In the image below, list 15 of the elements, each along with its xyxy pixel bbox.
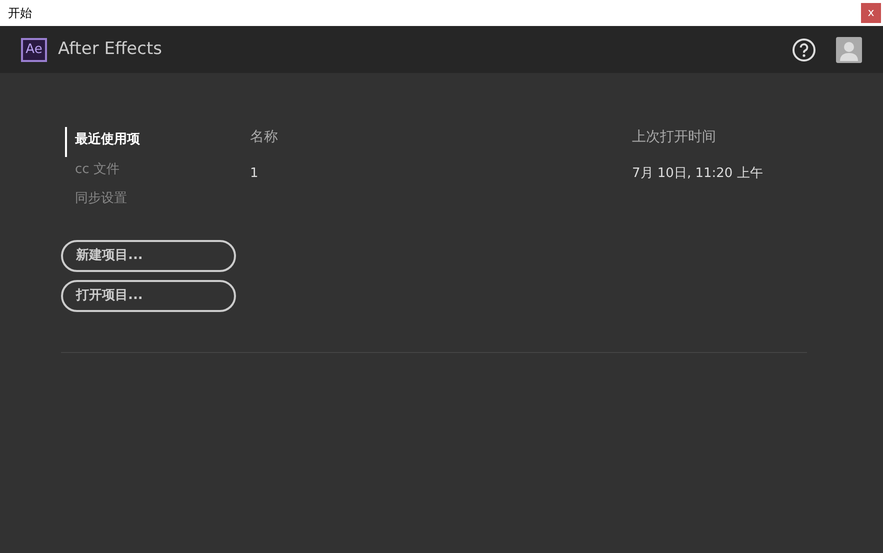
app-name: After Effects bbox=[58, 38, 162, 61]
sidebar-item[interactable]: cc 文件 bbox=[61, 156, 120, 186]
table-cell[interactable]: 7月 10日, 11:20 上午 bbox=[632, 166, 763, 181]
column-header: 名称 bbox=[250, 129, 278, 145]
help-icon[interactable] bbox=[792, 38, 816, 62]
project-button[interactable]: 新建项目... bbox=[61, 240, 236, 272]
project-button[interactable]: 打开项目... bbox=[61, 280, 236, 312]
close-button[interactable]: x bbox=[861, 3, 881, 23]
user-avatar-icon[interactable] bbox=[836, 36, 862, 62]
sidebar-item[interactable]: 最近使用项 bbox=[65, 127, 140, 156]
column-header: 上次打开时间 bbox=[632, 129, 716, 145]
window-title: 开始 bbox=[8, 5, 32, 22]
table-cell[interactable]: 1 bbox=[250, 166, 258, 181]
app-logo: Ae bbox=[21, 38, 47, 62]
sidebar-item[interactable]: 同步设置 bbox=[61, 186, 127, 216]
